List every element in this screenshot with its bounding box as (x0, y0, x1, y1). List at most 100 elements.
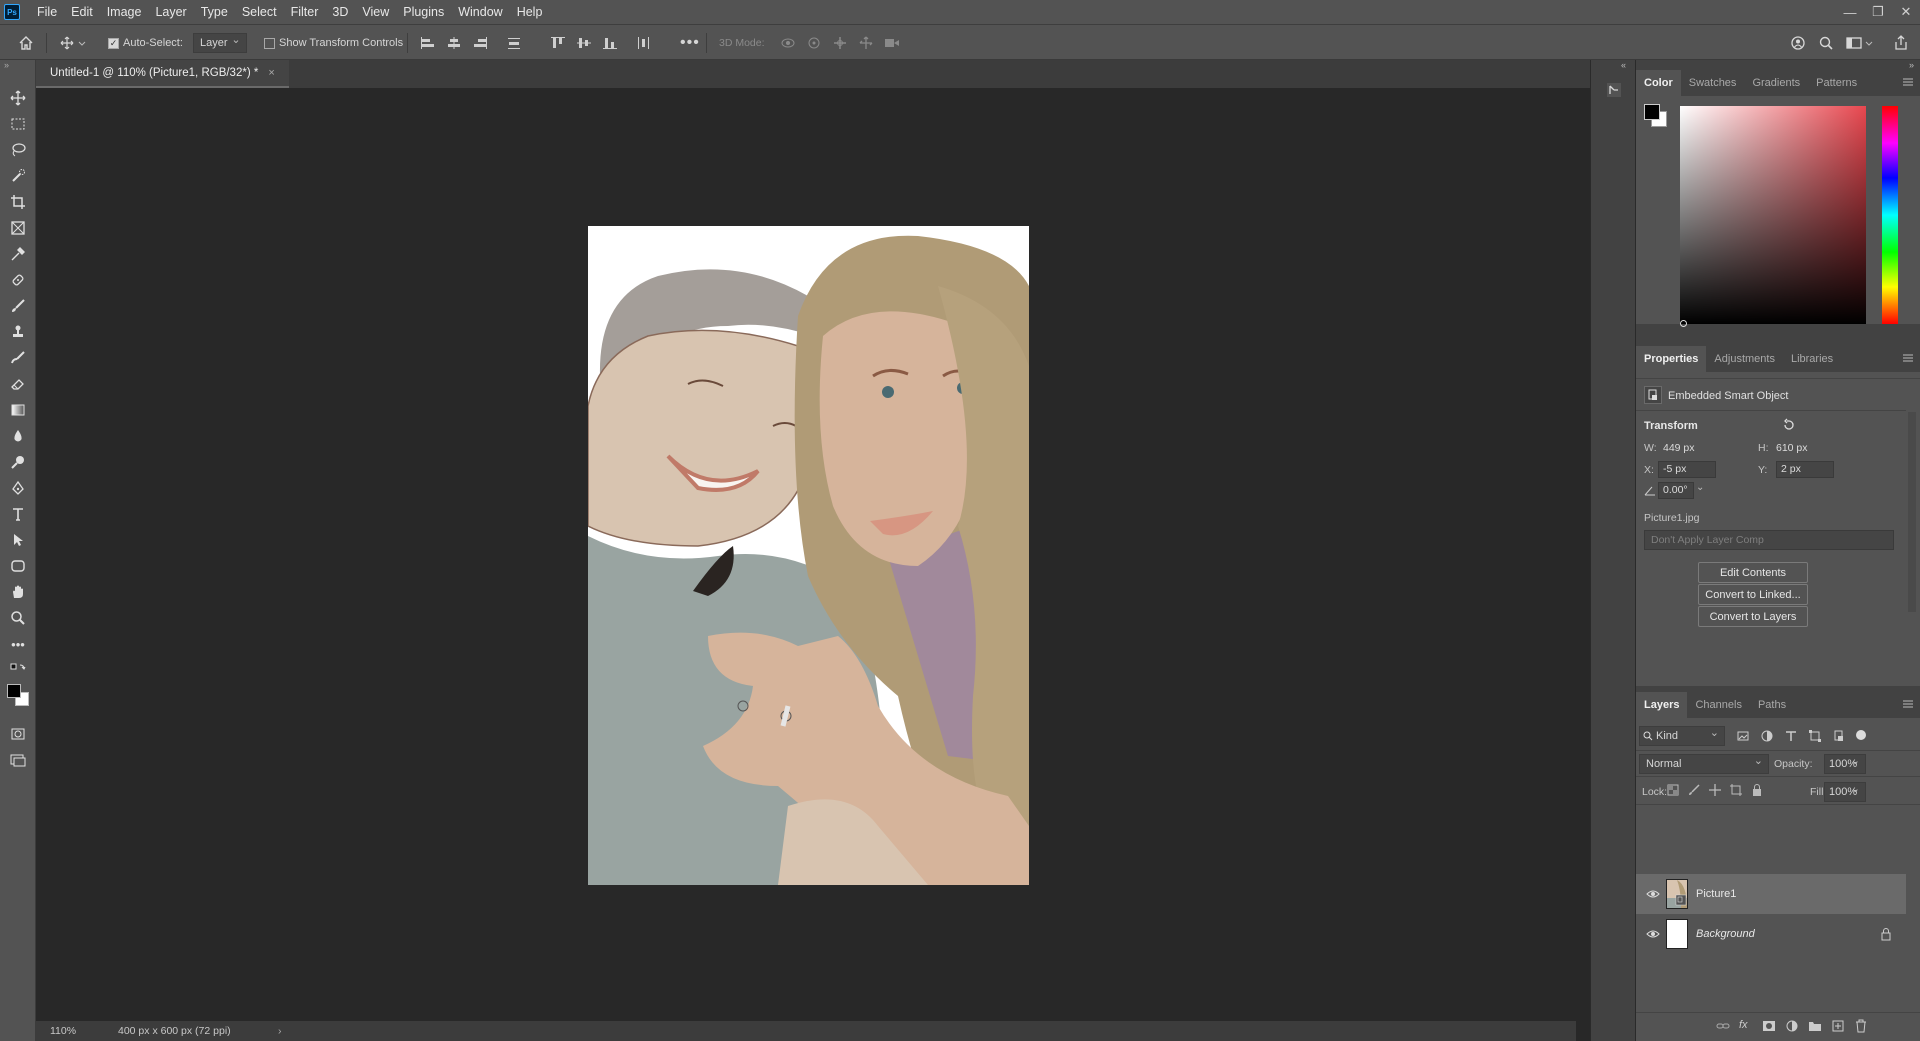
menu-file[interactable]: File (30, 0, 64, 24)
menu-plugins[interactable]: Plugins (396, 0, 451, 24)
healing-brush-icon[interactable] (8, 270, 28, 290)
document-tab[interactable]: Untitled-1 @ 110% (Picture1, RGB/32*) * … (36, 60, 289, 88)
search-icon[interactable] (1818, 25, 1834, 61)
lock-transparent-icon[interactable] (1666, 783, 1680, 797)
zoom-level[interactable]: 110% (50, 1025, 110, 1037)
convert-to-layers-button[interactable]: Convert to Layers (1698, 606, 1808, 627)
menu-3d[interactable]: 3D (325, 0, 355, 24)
auto-select-checkbox[interactable]: ✓ (108, 37, 119, 49)
blend-mode-dropdown[interactable]: Normal (1639, 752, 1769, 774)
tab-gradients[interactable]: Gradients (1744, 70, 1808, 96)
layer-thumbnail[interactable] (1666, 879, 1688, 909)
hue-slider[interactable] (1882, 106, 1898, 324)
brush-icon[interactable] (8, 296, 28, 316)
share-profile-icon[interactable] (1790, 25, 1806, 61)
quick-select-icon[interactable] (8, 166, 28, 186)
lasso-icon[interactable] (8, 140, 28, 160)
quick-mask-icon[interactable] (8, 724, 28, 744)
align-hcenter-icon[interactable] (446, 25, 462, 61)
layer-row-background[interactable]: Background (1636, 914, 1906, 954)
3d-slide-icon[interactable] (858, 25, 874, 61)
tab-color[interactable]: Color (1636, 70, 1681, 96)
edit-contents-button[interactable]: Edit Contents (1698, 562, 1808, 583)
visibility-eye-icon[interactable] (1646, 887, 1660, 901)
status-arrow-icon[interactable]: › (278, 1025, 282, 1037)
menu-edit[interactable]: Edit (64, 0, 100, 24)
3d-scale-icon[interactable] (884, 25, 900, 61)
path-select-icon[interactable] (8, 530, 28, 550)
eraser-icon[interactable] (8, 374, 28, 394)
align-left-icon[interactable] (420, 25, 436, 61)
share-icon[interactable] (1893, 25, 1909, 61)
tab-layers[interactable]: Layers (1636, 692, 1688, 718)
opacity-field[interactable]: 100% (1824, 752, 1866, 774)
angle-dropdown-icon[interactable]: ⌄ (1696, 482, 1708, 499)
more-tools-icon[interactable]: ••• (8, 634, 28, 654)
lock-pixels-icon[interactable] (1687, 783, 1701, 797)
link-layers-icon[interactable] (1716, 1019, 1730, 1033)
convert-to-linked-button[interactable]: Convert to Linked... (1698, 584, 1808, 605)
width-value[interactable]: 449 px (1663, 442, 1695, 454)
filter-pixel-icon[interactable] (1736, 729, 1750, 743)
menu-type[interactable]: Type (194, 0, 235, 24)
reset-transform-icon[interactable] (1782, 418, 1796, 432)
screen-mode-icon[interactable] (8, 750, 28, 770)
menu-layer[interactable]: Layer (148, 0, 193, 24)
color-saturation-field[interactable] (1680, 106, 1866, 324)
photoshop-logo-icon[interactable]: Ps (4, 4, 20, 20)
angle-field[interactable]: 0.00° (1658, 482, 1694, 499)
lock-artboard-icon[interactable] (1729, 783, 1743, 797)
align-top-icon[interactable] (550, 25, 566, 61)
tab-channels[interactable]: Channels (1687, 692, 1749, 718)
layer-style-icon[interactable]: fx (1739, 1019, 1753, 1033)
color-picker-cursor[interactable] (1680, 320, 1687, 327)
close-tab-icon[interactable]: × (268, 67, 274, 79)
add-mask-icon[interactable] (1762, 1019, 1776, 1033)
lock-all-icon[interactable] (1750, 783, 1764, 797)
color-foreground-swatch[interactable] (1644, 104, 1660, 120)
layer-name-background[interactable]: Background (1696, 928, 1755, 940)
panel-menu-icon[interactable] (1902, 699, 1914, 709)
zoom-icon[interactable] (8, 608, 28, 628)
align-vcenter-icon[interactable] (576, 25, 592, 61)
swap-colors-icon[interactable] (8, 660, 28, 680)
pen-icon[interactable] (8, 478, 28, 498)
3d-orbit-icon[interactable] (780, 25, 796, 61)
show-transform-checkbox[interactable] (264, 37, 275, 49)
distribute-horizontal-icon[interactable] (636, 25, 652, 61)
filter-smart-object-icon[interactable] (1832, 729, 1846, 743)
panel-menu-icon[interactable] (1902, 77, 1914, 87)
menu-window[interactable]: Window (451, 0, 509, 24)
hand-icon[interactable] (8, 582, 28, 602)
new-layer-icon[interactable] (1831, 1019, 1845, 1033)
lock-position-icon[interactable] (1708, 783, 1722, 797)
panel-menu-icon[interactable] (1902, 353, 1914, 363)
document-canvas[interactable] (588, 226, 1029, 885)
dodge-icon[interactable] (8, 452, 28, 472)
collapse-toolbar-icon[interactable]: » (4, 60, 9, 70)
3d-roll-icon[interactable] (806, 25, 822, 61)
visibility-eye-icon[interactable] (1646, 927, 1660, 941)
tab-paths[interactable]: Paths (1750, 692, 1794, 718)
home-icon[interactable] (18, 25, 34, 61)
marquee-icon[interactable] (8, 114, 28, 134)
tab-properties[interactable]: Properties (1636, 346, 1707, 372)
collapse-panels-icon[interactable]: » (1909, 60, 1914, 70)
tab-adjustments[interactable]: Adjustments (1706, 346, 1783, 372)
height-value[interactable]: 610 px (1776, 442, 1808, 454)
3d-pan-icon[interactable] (832, 25, 848, 61)
foreground-color-swatch[interactable] (7, 684, 21, 698)
filter-type-icon[interactable] (1784, 729, 1798, 743)
distribute-vertical-icon[interactable] (506, 25, 522, 61)
tab-libraries[interactable]: Libraries (1783, 346, 1841, 372)
layer-thumbnail[interactable] (1666, 919, 1688, 949)
crop-icon[interactable] (8, 192, 28, 212)
fill-field[interactable]: 100% (1824, 780, 1866, 802)
new-adjustment-icon[interactable] (1785, 1019, 1799, 1033)
tab-swatches[interactable]: Swatches (1681, 70, 1745, 96)
align-bottom-icon[interactable] (602, 25, 618, 61)
eyedropper-icon[interactable] (8, 244, 28, 264)
auto-select-dropdown[interactable]: Layer (193, 31, 247, 53)
new-group-icon[interactable] (1808, 1019, 1822, 1033)
menu-view[interactable]: View (355, 0, 396, 24)
